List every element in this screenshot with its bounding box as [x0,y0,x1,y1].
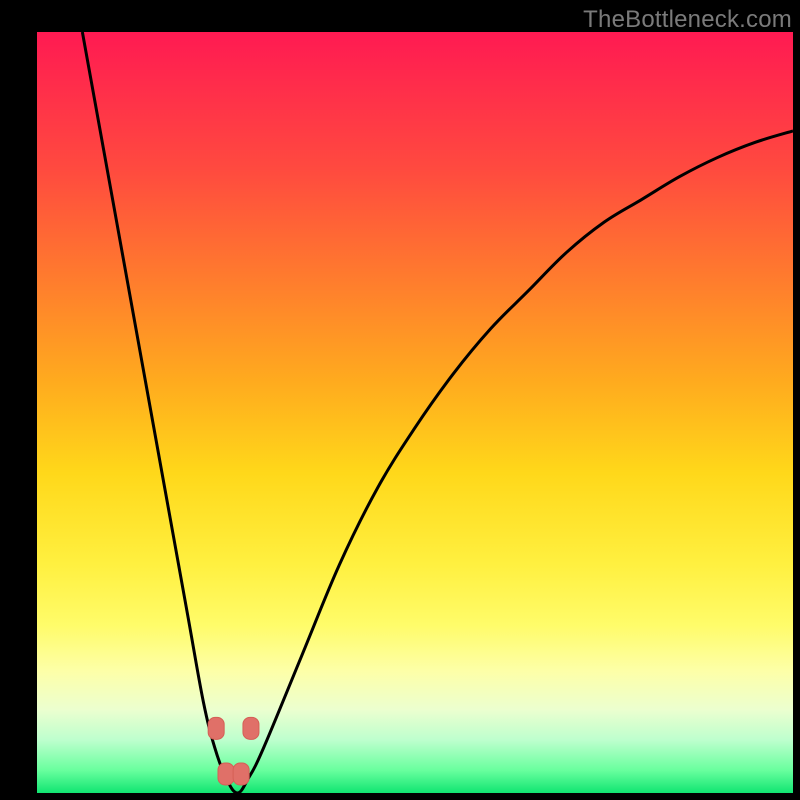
curve-marker [208,717,224,739]
chart-frame: TheBottleneck.com [0,0,800,800]
curve-marker [233,763,249,785]
chart-plot-area [37,32,793,793]
curve-marker [218,763,234,785]
bottleneck-curve [37,32,793,793]
curve-marker [243,717,259,739]
watermark-text: TheBottleneck.com [583,6,792,34]
